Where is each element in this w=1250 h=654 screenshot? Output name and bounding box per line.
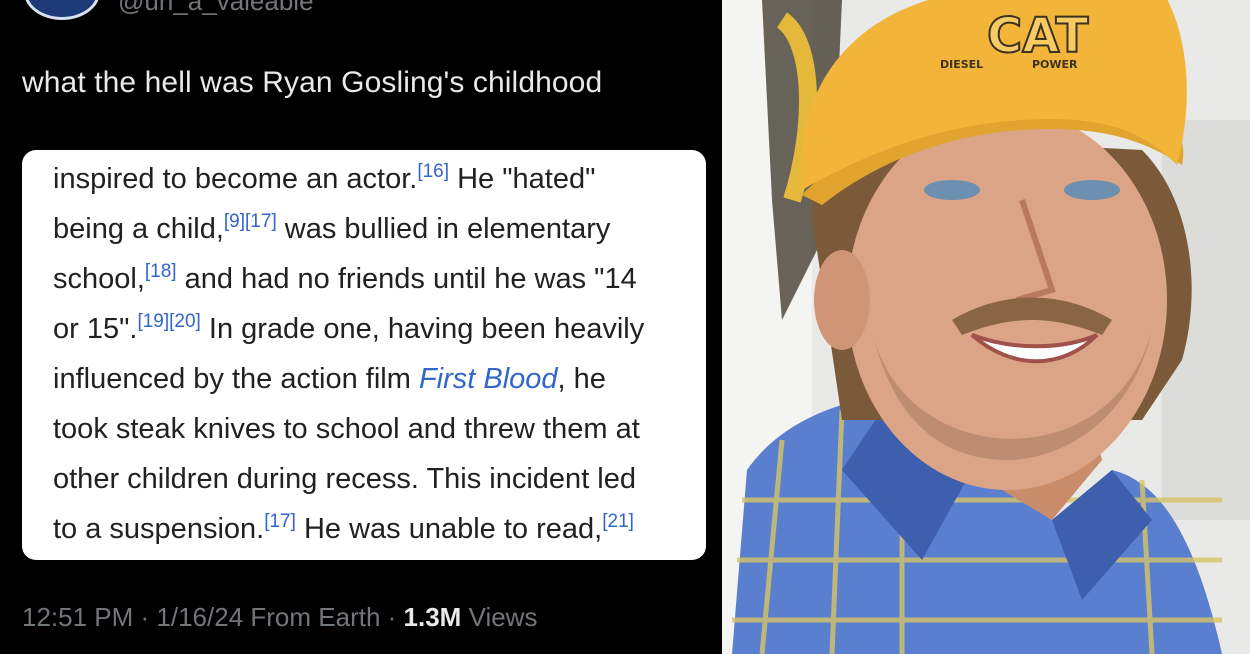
excerpt-line: to a suspension.[17] He was unable to re… [53, 504, 703, 554]
excerpt-line: inspired to become an actor.[16] He "hat… [53, 154, 703, 204]
eye-right [1064, 180, 1120, 200]
tweet-time[interactable]: 12:51 PM [22, 602, 133, 632]
photo-illustration: CAT DIESEL POWER [722, 0, 1250, 654]
cap-logo-sub-left: DIESEL [940, 58, 983, 71]
citation-link[interactable]: [21] [602, 511, 634, 532]
excerpt-line: being a child,[9][17] was bullied in ele… [53, 204, 703, 254]
ear [814, 250, 870, 350]
excerpt-text: , he [557, 363, 606, 395]
tweet-source: From Earth [250, 602, 381, 632]
user-handle[interactable]: @un_a_valeable [118, 0, 314, 17]
cap-logo: CAT [987, 8, 1089, 64]
cap-logo-sub-right: POWER [1032, 58, 1078, 71]
views-label: Views [468, 602, 538, 632]
excerpt-text: He was unable to read, [295, 513, 603, 545]
tweet-date[interactable]: 1/16/24 [156, 602, 243, 632]
excerpt-text: or 15". [53, 313, 138, 345]
first-blood-link[interactable]: First Blood [419, 363, 558, 395]
excerpt-text: He "hated" [449, 163, 596, 195]
excerpt-text: school, [53, 263, 145, 295]
excerpt-text: was bullied in elementary [276, 213, 611, 245]
excerpt-line: took steak knives to school and threw th… [53, 404, 703, 454]
excerpt-text: took steak knives to school and threw th… [53, 413, 640, 445]
meme-image: @un_a_valeable what the hell was Ryan Go… [0, 0, 1250, 654]
excerpt-text: and had no friends until he was "14 [176, 263, 637, 295]
views-count: 1.3M [403, 602, 462, 632]
wikipedia-excerpt-text: inspired to become an actor.[16] He "hat… [53, 154, 703, 554]
tweet-panel: @un_a_valeable what the hell was Ryan Go… [0, 0, 722, 654]
eye-left [924, 180, 980, 200]
excerpt-text: In grade one, having been heavily [200, 313, 645, 345]
actor-photo: CAT DIESEL POWER [722, 0, 1250, 654]
citation-link[interactable]: [16] [417, 161, 449, 182]
citation-link[interactable]: [17] [264, 511, 296, 532]
excerpt-text: influenced by the action film [53, 363, 419, 395]
excerpt-line: influenced by the action film First Bloo… [53, 354, 703, 404]
excerpt-text: to a suspension. [53, 513, 265, 545]
excerpt-line: school,[18] and had no friends until he … [53, 254, 703, 304]
excerpt-text: other children during recess. This incid… [53, 463, 637, 495]
excerpt-text: inspired to become an actor. [53, 163, 418, 195]
excerpt-line: or 15".[19][20] In grade one, having bee… [53, 304, 703, 354]
citation-link[interactable]: [19][20] [137, 311, 200, 332]
tweet-text: what the hell was Ryan Gosling's childho… [22, 66, 603, 99]
wikipedia-excerpt-image[interactable]: inspired to become an actor.[16] He "hat… [22, 150, 706, 560]
excerpt-line: other children during recess. This incid… [53, 454, 703, 504]
citation-link[interactable]: [9][17] [224, 211, 277, 232]
profile-avatar[interactable] [24, 0, 100, 20]
citation-link[interactable]: [18] [145, 261, 177, 282]
tweet-metadata: 12:51 PM · 1/16/24 From Earth · 1.3M Vie… [22, 602, 538, 632]
excerpt-text: being a child, [53, 213, 224, 245]
